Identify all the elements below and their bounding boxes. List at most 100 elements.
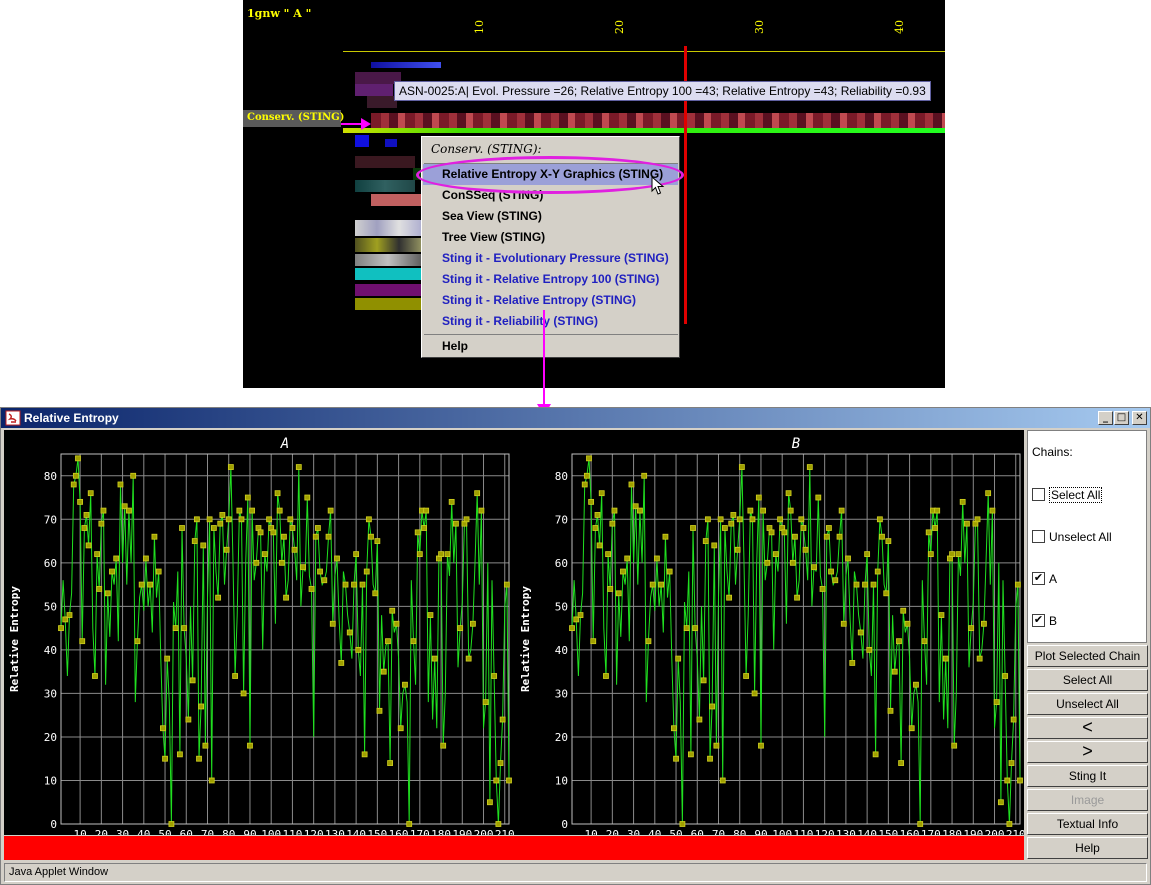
sting-it-button[interactable]: Sting It [1027,765,1148,787]
data-point [486,799,493,806]
data-point [849,660,856,666]
data-point [317,568,323,575]
data-point [104,590,111,597]
track-block [355,220,421,236]
data-point [989,507,996,514]
checkmark-icon[interactable]: ✔ [1032,572,1045,586]
menu-item-sting-relative-entropy[interactable]: Sting it - Relative Entropy (STING) [423,290,678,311]
next-button[interactable]: > [1027,741,1148,763]
select-all-button[interactable]: Select All [1027,669,1148,691]
data-point [372,590,379,597]
data-point [164,655,171,662]
data-point [569,625,575,632]
x-tick-label: 150 [367,828,387,835]
y-tick-label: 80 [44,470,57,483]
textual-info-button[interactable]: Textual Info [1027,813,1148,835]
data-point [96,586,103,592]
data-point [997,799,1004,806]
conservation-track[interactable] [371,113,945,129]
data-point [887,707,894,714]
data-point [232,673,239,679]
data-point [270,529,277,536]
data-point [240,690,247,697]
data-point [196,755,202,762]
plot-selected-chain-button[interactable]: Plot Selected Chain [1027,645,1148,667]
data-point [506,777,512,784]
checkbox-select-all-box[interactable] [1032,488,1045,502]
image-button[interactable]: Image [1027,789,1148,811]
data-point [853,581,860,588]
menu-item-sting-reliability[interactable]: Sting it - Reliability (STING) [423,311,678,332]
data-point [189,677,196,684]
data-point [191,538,198,544]
data-point [261,551,268,558]
window-title-bar[interactable]: Relative Entropy _ □ ✕ [1,408,1150,428]
help-button[interactable]: Help [1027,837,1148,859]
data-point [289,525,296,531]
data-point [85,542,92,549]
data-point [927,551,934,558]
y-tick-label: 60 [555,557,568,570]
data-point [968,625,975,632]
checkbox-select-all[interactable]: Select All [1032,486,1103,503]
checkbox-chain-a[interactable]: ✔ A [1032,571,1057,587]
data-point [645,638,652,645]
data-point [879,533,885,540]
data-point [315,525,321,531]
track-block [355,268,421,280]
data-point [79,638,86,645]
chart-title: B [792,436,800,452]
maximize-button[interactable]: □ [1114,411,1129,425]
checkbox-unselect-all-box[interactable] [1032,530,1045,544]
menu-item-sting-evol-pressure[interactable]: Sting it - Evolutionary Pressure (STING) [423,248,678,269]
previous-button[interactable]: < [1027,717,1148,739]
menu-item-help[interactable]: Help [423,336,678,357]
y-tick-label: 40 [555,644,568,657]
data-point [751,690,758,697]
data-point [934,507,941,514]
checkbox-chain-b[interactable]: ✔ B [1032,613,1057,629]
data-point [438,551,444,558]
data-point [1014,581,1021,588]
data-point [287,516,294,523]
data-point [768,529,775,536]
data-point [588,498,595,505]
minimize-button[interactable]: _ [1098,411,1113,425]
menu-item-tree-view[interactable]: Tree View (STING) [423,227,678,248]
data-point [866,646,873,653]
data-point [253,559,260,566]
data-point [671,725,677,732]
x-tick-label: 20 [95,828,108,835]
data-point [840,620,847,627]
data-point [577,612,584,618]
close-button[interactable]: ✕ [1132,411,1147,425]
checkmark-icon[interactable]: ✔ [1032,614,1045,628]
data-point [351,581,357,588]
x-tick-label: 160 [389,828,409,835]
data-point [749,516,756,523]
data-point [823,533,830,540]
x-tick-label: 30 [627,828,640,835]
x-tick-label: 120 [815,828,835,835]
data-point [792,533,798,540]
java-icon [5,410,21,426]
data-point [815,494,822,501]
unselect-all-button[interactable]: Unselect All [1027,693,1148,715]
data-point [755,494,762,501]
y-tick-label: 0 [50,818,57,831]
menu-item-sea-view[interactable]: Sea View (STING) [423,206,678,227]
checkbox-unselect-all-label: Unselect All [1049,529,1112,544]
viewer-title: 1gnw " A " [247,7,312,20]
x-tick-label: 70 [712,828,725,835]
track-label-conserv[interactable]: Conserv. (STING) [243,110,344,127]
data-point [109,568,115,575]
menu-item-sting-relative-entropy-100[interactable]: Sting it - Relative Entropy 100 (STING) [423,269,678,290]
data-point [410,638,417,645]
data-point [385,638,391,645]
data-point [826,525,832,531]
checkbox-unselect-all[interactable]: Unselect All [1032,529,1112,545]
data-point [673,755,679,762]
data-point [223,546,230,553]
y-tick-label: 10 [44,774,57,787]
data-point [457,625,464,632]
